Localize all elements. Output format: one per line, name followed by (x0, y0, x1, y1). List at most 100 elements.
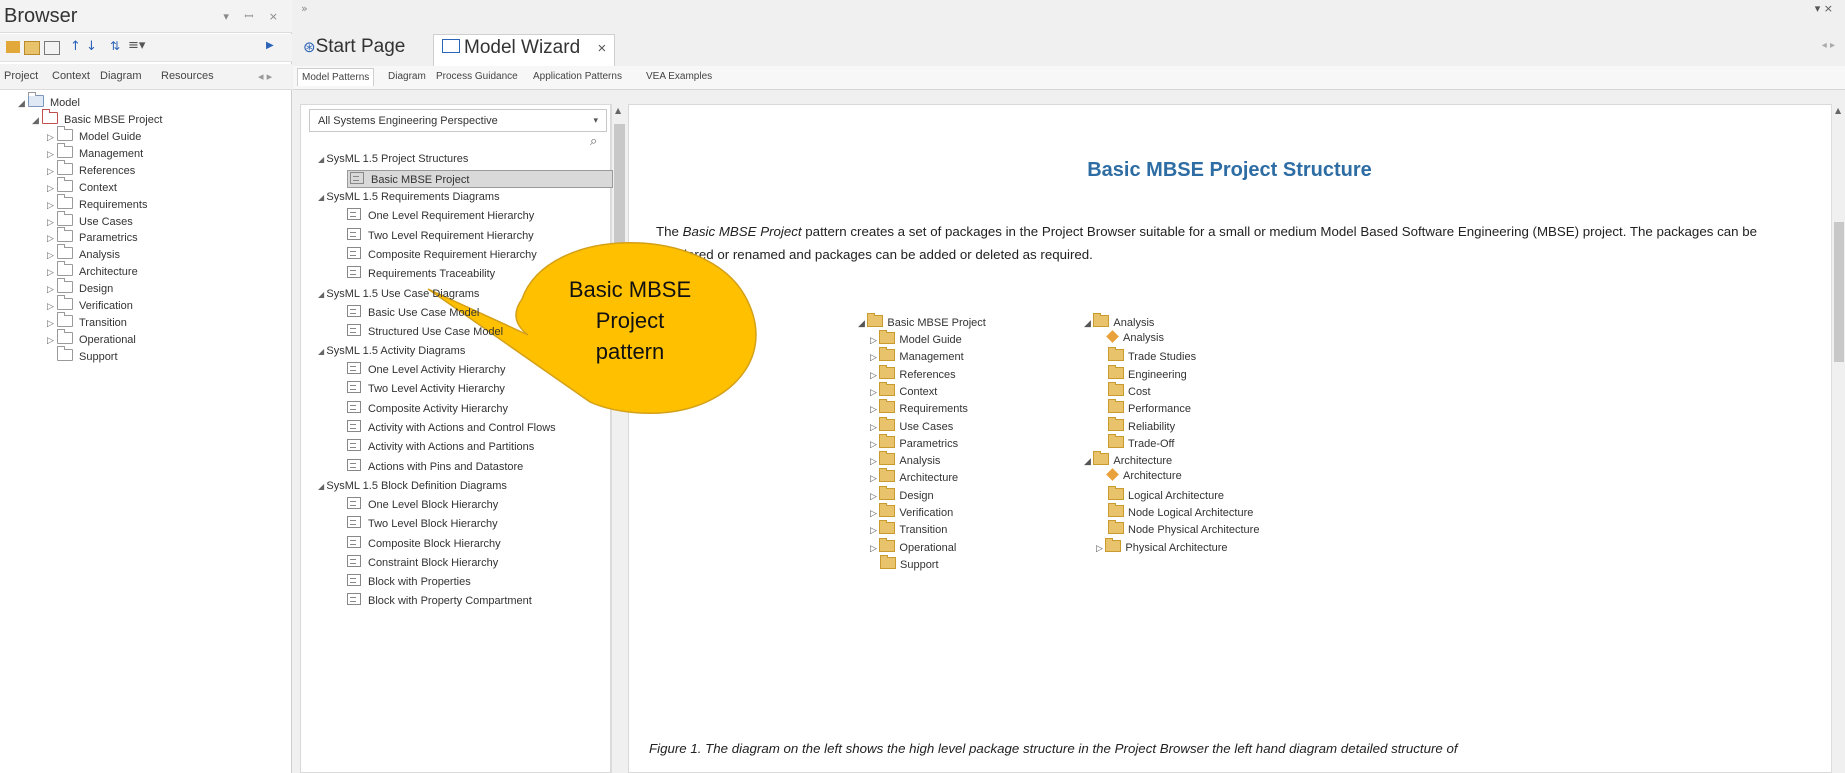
perspective-select[interactable]: All Systems Engineering Perspective ▾ (309, 109, 607, 132)
tree-item-support[interactable]: Support (47, 345, 118, 366)
collapsed-icon[interactable]: ▷ (47, 230, 57, 247)
content-scrollbar[interactable]: ▲ (1831, 104, 1845, 773)
collapsed-icon: ▷ (870, 404, 880, 415)
pattern-group-label: SysML 1.5 Use Case Diagrams (326, 287, 480, 300)
tab-diagram[interactable]: Diagram (388, 71, 426, 82)
tab-scroll-arrows[interactable]: ◂ ▸ (258, 70, 272, 83)
pattern-item-activity-with-actions-and-partitions[interactable]: Activity with Actions and Partitions (347, 439, 534, 453)
collapsed-icon[interactable]: ▷ (47, 281, 57, 298)
folder-icon (57, 278, 73, 294)
menu-icon[interactable]: ≡▾ (128, 38, 152, 53)
pattern-list-scrollbar[interactable]: ▲ (611, 104, 627, 773)
tab-process-guidance[interactable]: Process Guidance (436, 71, 518, 82)
search-icon[interactable]: ⌕ (590, 134, 597, 149)
collapsed-icon[interactable]: ▷ (47, 264, 57, 281)
collapsed-icon[interactable]: ▷ (47, 315, 57, 332)
tab-diagram[interactable]: Diagram (100, 70, 142, 82)
collapsed-icon: ▷ (870, 352, 880, 363)
collapsed-icon[interactable]: ▷ (47, 146, 57, 163)
pattern-item-composite-activity-hierarchy[interactable]: Composite Activity Hierarchy (347, 400, 508, 415)
tree-item-label: Analysis (79, 249, 120, 262)
folder-icon (57, 311, 73, 327)
collapsed-icon[interactable]: ▷ (47, 247, 57, 264)
tab-scroll-arrows[interactable]: ◂ ▸ (1822, 40, 1835, 51)
pattern-item-requirements-traceability[interactable]: Requirements Traceability (347, 266, 495, 280)
pattern-icon (347, 458, 361, 471)
tab-vea-examples[interactable]: VEA Examples (646, 71, 712, 82)
pattern-item-one-level-requirement-hierarchy[interactable]: One Level Requirement Hierarchy (347, 208, 534, 222)
pattern-item-actions-with-pins-and-datastore[interactable]: Actions with Pins and Datastore (347, 458, 523, 473)
tab-project[interactable]: Project (4, 70, 38, 82)
tab-model-wizard[interactable]: Model Wizard × (433, 34, 616, 67)
expanded-icon[interactable]: ◢ (32, 112, 42, 129)
pattern-item-basic-mbse-project[interactable]: Basic MBSE Project (347, 170, 613, 188)
collapsed-icon: ▷ (870, 525, 880, 536)
diagram-analysis-performance: Performance (1108, 399, 1191, 415)
pattern-item-two-level-activity-hierarchy[interactable]: Two Level Activity Hierarchy (347, 381, 505, 395)
diagram-left-use-cases: ▷ Use Cases (870, 416, 953, 433)
new-diagram-icon[interactable] (44, 41, 60, 55)
folder-icon (879, 485, 896, 500)
sort-icon[interactable]: ⇅ (110, 39, 124, 53)
pattern-icon (347, 554, 361, 567)
scroll-up-icon[interactable]: ▲ (1835, 106, 1841, 115)
pattern-group-sysml-1-5-block-definition-diagrams[interactable]: ◢ SysML 1.5 Block Definition Diagrams (318, 480, 507, 492)
pattern-icon (347, 593, 361, 606)
pattern-item-composite-requirement-hierarchy[interactable]: Composite Requirement Hierarchy (347, 246, 537, 261)
collapsed-icon[interactable]: ▷ (47, 129, 57, 146)
expanded-icon[interactable]: ◢ (18, 95, 28, 112)
new-folder-icon[interactable] (24, 41, 40, 55)
collapsed-icon[interactable]: ▷ (47, 180, 57, 197)
pattern-item-block-with-property-compartment[interactable]: Block with Property Compartment (347, 593, 532, 607)
scroll-up-icon[interactable]: ▲ (615, 106, 621, 115)
pattern-group-sysml-1-5-project-structures[interactable]: ◢ SysML 1.5 Project Structures (318, 153, 468, 165)
para-prefix: The (656, 224, 683, 239)
pattern-item-label: Block with Properties (368, 576, 471, 589)
pattern-item-basic-use-case-model[interactable]: Basic Use Case Model (347, 304, 479, 319)
folder-icon (1105, 537, 1122, 552)
pattern-item-two-level-block-hierarchy[interactable]: Two Level Block Hierarchy (347, 516, 498, 530)
collapsed-icon[interactable]: ▷ (47, 332, 57, 349)
diagram-root-label: Basic MBSE Project (887, 317, 986, 329)
folder-icon (867, 313, 884, 327)
dropdown-arrow-icon[interactable]: ▾ (593, 115, 598, 126)
new-package-icon[interactable] (6, 41, 20, 53)
diagram-analysis-engineering-label: Engineering (1128, 368, 1187, 381)
collapsed-icon[interactable]: ▷ (47, 298, 57, 315)
pattern-item-composite-block-hierarchy[interactable]: Composite Block Hierarchy (347, 535, 501, 550)
folder-icon (879, 433, 896, 448)
tab-resources[interactable]: Resources (161, 70, 214, 82)
pattern-item-one-level-block-hierarchy[interactable]: One Level Block Hierarchy (347, 496, 498, 511)
tab-model-patterns[interactable]: Model Patterns (297, 68, 375, 86)
pattern-item-activity-with-actions-and-control-flows[interactable]: Activity with Actions and Control Flows (347, 420, 556, 434)
pattern-item-one-level-activity-hierarchy[interactable]: One Level Activity Hierarchy (347, 362, 506, 376)
tree-item-label: Use Cases (79, 215, 133, 228)
pattern-item-two-level-requirement-hierarchy[interactable]: Two Level Requirement Hierarchy (347, 227, 534, 242)
pattern-group-sysml-1-5-use-case-diagrams[interactable]: ◢ SysML 1.5 Use Case Diagrams (318, 288, 479, 300)
move-up-icon[interactable]: ↑ (70, 39, 84, 54)
collapsed-icon[interactable]: ▷ (47, 214, 57, 231)
close-tab-button[interactable]: × (597, 40, 606, 57)
diagram-architecture-physical-architecture-label: Physical Architecture (1125, 541, 1228, 554)
pattern-item-constraint-block-hierarchy[interactable]: Constraint Block Hierarchy (347, 554, 498, 569)
tree-project[interactable]: ◢ Basic MBSE Project (32, 109, 162, 129)
pattern-group-sysml-1-5-requirements-diagrams[interactable]: ◢ SysML 1.5 Requirements Diagrams (318, 191, 500, 203)
diagram-left-analysis-label: Analysis (899, 455, 941, 468)
tab-context[interactable]: Context (52, 70, 90, 82)
para-rest: pattern creates a set of packages in the… (656, 224, 1757, 262)
browser-window-controls[interactable]: ▾ ꟷ × (223, 9, 284, 24)
collapsed-icon[interactable]: ▷ (47, 197, 57, 214)
tab-application-patterns[interactable]: Application Patterns (533, 71, 622, 82)
scroll-thumb[interactable] (1834, 222, 1844, 362)
scroll-thumb[interactable] (614, 124, 625, 264)
chevron-right-icon[interactable]: » (301, 2, 308, 15)
window-controls[interactable]: ▾ × (1815, 2, 1833, 15)
expand-arrow-icon[interactable]: ▶ (266, 40, 280, 52)
pattern-item-block-with-properties[interactable]: Block with Properties (347, 574, 471, 588)
collapsed-icon[interactable]: ▷ (47, 163, 57, 180)
pattern-group-sysml-1-5-activity-diagrams[interactable]: ◢ SysML 1.5 Activity Diagrams (318, 345, 465, 357)
pattern-item-structured-use-case-model[interactable]: Structured Use Case Model (347, 323, 503, 338)
folder-icon (57, 210, 73, 226)
move-down-icon[interactable]: ↓ (86, 39, 100, 54)
tab-start-page[interactable]: ⊛Start Page (295, 34, 413, 66)
